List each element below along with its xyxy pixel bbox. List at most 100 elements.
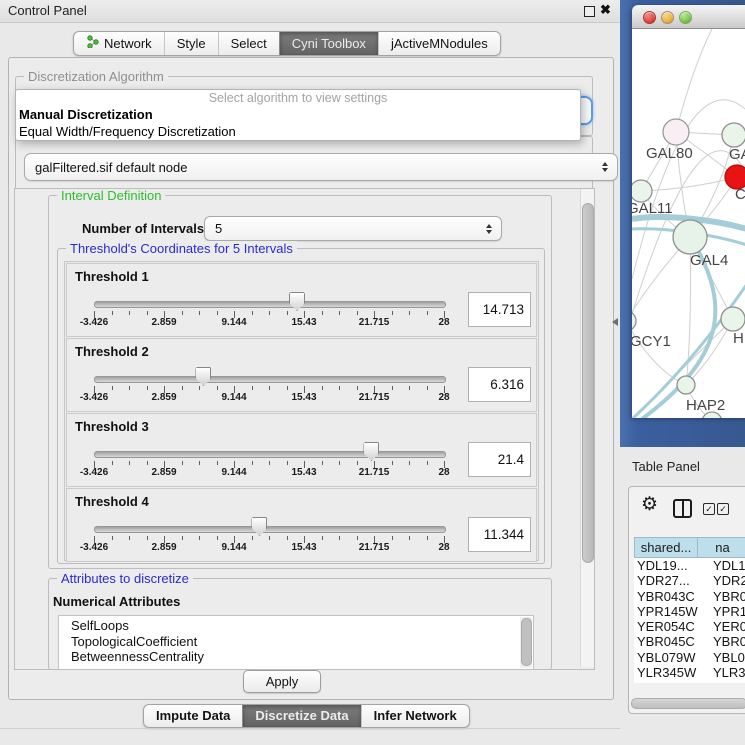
slider-tick-label: 15.43 (291, 467, 316, 478)
table-panel-title: Table Panel (632, 459, 700, 474)
column-header-name[interactable]: na (698, 537, 745, 558)
mac-close-icon[interactable] (643, 11, 656, 24)
bottom-tab-impute-data[interactable]: Impute Data (144, 705, 242, 727)
node-table[interactable]: shared... na YDL19...YDL1YDR27...YDR2YBR… (634, 537, 745, 683)
apply-button[interactable]: Apply (243, 670, 321, 693)
network-node-gal80[interactable] (663, 119, 689, 145)
tab-select[interactable]: Select (218, 32, 279, 55)
attribute-item[interactable]: SelfLoops (59, 618, 533, 634)
table-row[interactable]: YDL19...YDL1 (634, 558, 745, 573)
panel-scrollbar-thumb[interactable] (582, 203, 594, 563)
slider-track[interactable] (94, 301, 446, 308)
settings-scroll-viewport: Interval Definition Number of Intervals … (14, 188, 595, 670)
table-row[interactable]: YPR145WYPR1 (634, 604, 745, 619)
network-edge[interactable] (676, 29, 712, 132)
threshold-label: Threshold 3 (75, 419, 149, 434)
bottom-tab-infer-network[interactable]: Infer Network (361, 705, 469, 727)
network-node-h[interactable] (721, 307, 745, 331)
algorithm-placeholder-option[interactable]: Select algorithm to view settings (16, 90, 580, 106)
mac-minimize-icon[interactable] (661, 11, 674, 24)
tab-style[interactable]: Style (164, 32, 218, 55)
tab-network[interactable]: Network (74, 32, 164, 55)
slider-track[interactable] (94, 376, 446, 383)
slider-track[interactable] (94, 526, 446, 533)
columns-icon[interactable] (673, 499, 692, 518)
slider-thumb[interactable] (363, 442, 379, 461)
slider-tick (199, 461, 200, 465)
tab-jactivemnodules[interactable]: jActiveMNodules (378, 32, 500, 55)
network-node-gal11[interactable] (632, 180, 652, 202)
column-header-shared-name[interactable]: shared... (634, 537, 698, 558)
tab-cyni-toolbox[interactable]: Cyni Toolbox (279, 32, 378, 55)
threshold-slider-row: Threshold 2-3.4262.8599.14415.4321.71528… (66, 338, 537, 412)
table-row[interactable]: YBR045CYBR0 (634, 634, 745, 649)
threshold-value-field[interactable]: 21.4 (468, 442, 531, 477)
mac-zoom-icon[interactable] (679, 11, 692, 24)
algorithm-option-equal-width-frequency-discretization[interactable]: Equal Width/Frequency Discretization (16, 123, 580, 140)
slider-tick (217, 311, 218, 315)
network-edge[interactable] (642, 243, 715, 418)
slider-tick (199, 311, 200, 315)
network-edge[interactable] (632, 321, 686, 385)
slider-tick (147, 386, 148, 390)
slider-tick-label: 2.859 (151, 392, 176, 403)
combo-stepper-icon (602, 162, 608, 172)
table-cell-name: YER0 (710, 619, 745, 634)
table-row[interactable]: YLR345WYLR3 (634, 665, 745, 680)
threshold-value-field[interactable]: 11.344 (468, 517, 531, 552)
float-panel-icon[interactable] (584, 6, 595, 17)
slider-tick-label: 15.43 (291, 317, 316, 328)
table-row[interactable]: YBL079WYBL0 (634, 650, 745, 665)
slider-tick (322, 536, 323, 540)
slider-tick-label: 2.859 (151, 467, 176, 478)
network-node-ga[interactable] (722, 123, 745, 147)
table-row[interactable]: YDR27...YDR2 (634, 573, 745, 588)
slider-tick (112, 536, 113, 540)
checkbox-icon[interactable]: ✓ (717, 503, 729, 515)
threshold-value-field[interactable]: 6.316 (468, 367, 531, 402)
threshold-label: Threshold 2 (75, 344, 149, 359)
gear-icon[interactable]: ⚙ (641, 493, 658, 516)
table-row[interactable]: YIL052CYIL0 (634, 680, 745, 683)
table-row[interactable]: YBR043CYBR0 (634, 589, 745, 604)
discretization-algorithm-group-title: Discretization Algorithm (24, 69, 168, 84)
slider-track[interactable] (94, 451, 446, 458)
close-panel-icon[interactable]: ✖ (600, 2, 611, 18)
network-node-label: GAL11 (632, 200, 673, 217)
network-window-titlebar[interactable] (632, 5, 745, 29)
attributes-scrollbar-thumb[interactable] (521, 618, 532, 666)
slider-tick (357, 386, 358, 390)
network-node-hap2[interactable] (677, 376, 695, 394)
slider-tick (392, 386, 393, 390)
table-scrollbar-thumb[interactable] (631, 698, 745, 709)
slider-thumb[interactable] (195, 367, 211, 386)
slider-tick (357, 311, 358, 315)
slider-tick (392, 536, 393, 540)
bottom-tab-discretize-data[interactable]: Discretize Data (242, 705, 360, 727)
slider-tick-label: 21.715 (359, 467, 390, 478)
table-row[interactable]: YER054CYER0 (634, 619, 745, 634)
network-node-gal4[interactable] (673, 220, 707, 254)
slider-thumb[interactable] (289, 292, 305, 311)
table-cell-shared-name: YDL19... (634, 558, 710, 573)
network-canvas[interactable]: GAL80GACGAL11GAL4GCY1HHAP2 (632, 29, 745, 418)
algorithm-option-manual-discretization[interactable]: Manual Discretization (16, 106, 580, 123)
slider-thumb[interactable] (251, 517, 267, 536)
checkbox-icon[interactable]: ✓ (703, 503, 715, 515)
number-of-intervals-combobox[interactable]: 5 (204, 216, 502, 241)
slider-tick-label: -3.426 (80, 467, 108, 478)
network-edge[interactable] (641, 177, 737, 191)
slider-tick-label: 15.43 (291, 392, 316, 403)
attribute-item[interactable]: TopologicalCoefficient (59, 634, 533, 650)
attribute-item[interactable]: BetweennessCentrality (59, 649, 533, 665)
splitpane-collapse-arrow[interactable] (612, 318, 618, 326)
attributes-scrollbar (520, 617, 532, 668)
network-node-gcy1[interactable] (632, 311, 636, 331)
slider-tick (409, 536, 410, 540)
threshold-value-field[interactable]: 14.713 (468, 292, 531, 327)
numerical-attributes-list[interactable]: SelfLoopsTopologicalCoefficientBetweenne… (58, 615, 534, 670)
slider-tick (427, 536, 428, 540)
table-data-combobox[interactable]: galFiltered.sif default node (24, 153, 618, 181)
table-cell-name: YBR0 (710, 634, 745, 649)
slider-tick (269, 461, 270, 465)
